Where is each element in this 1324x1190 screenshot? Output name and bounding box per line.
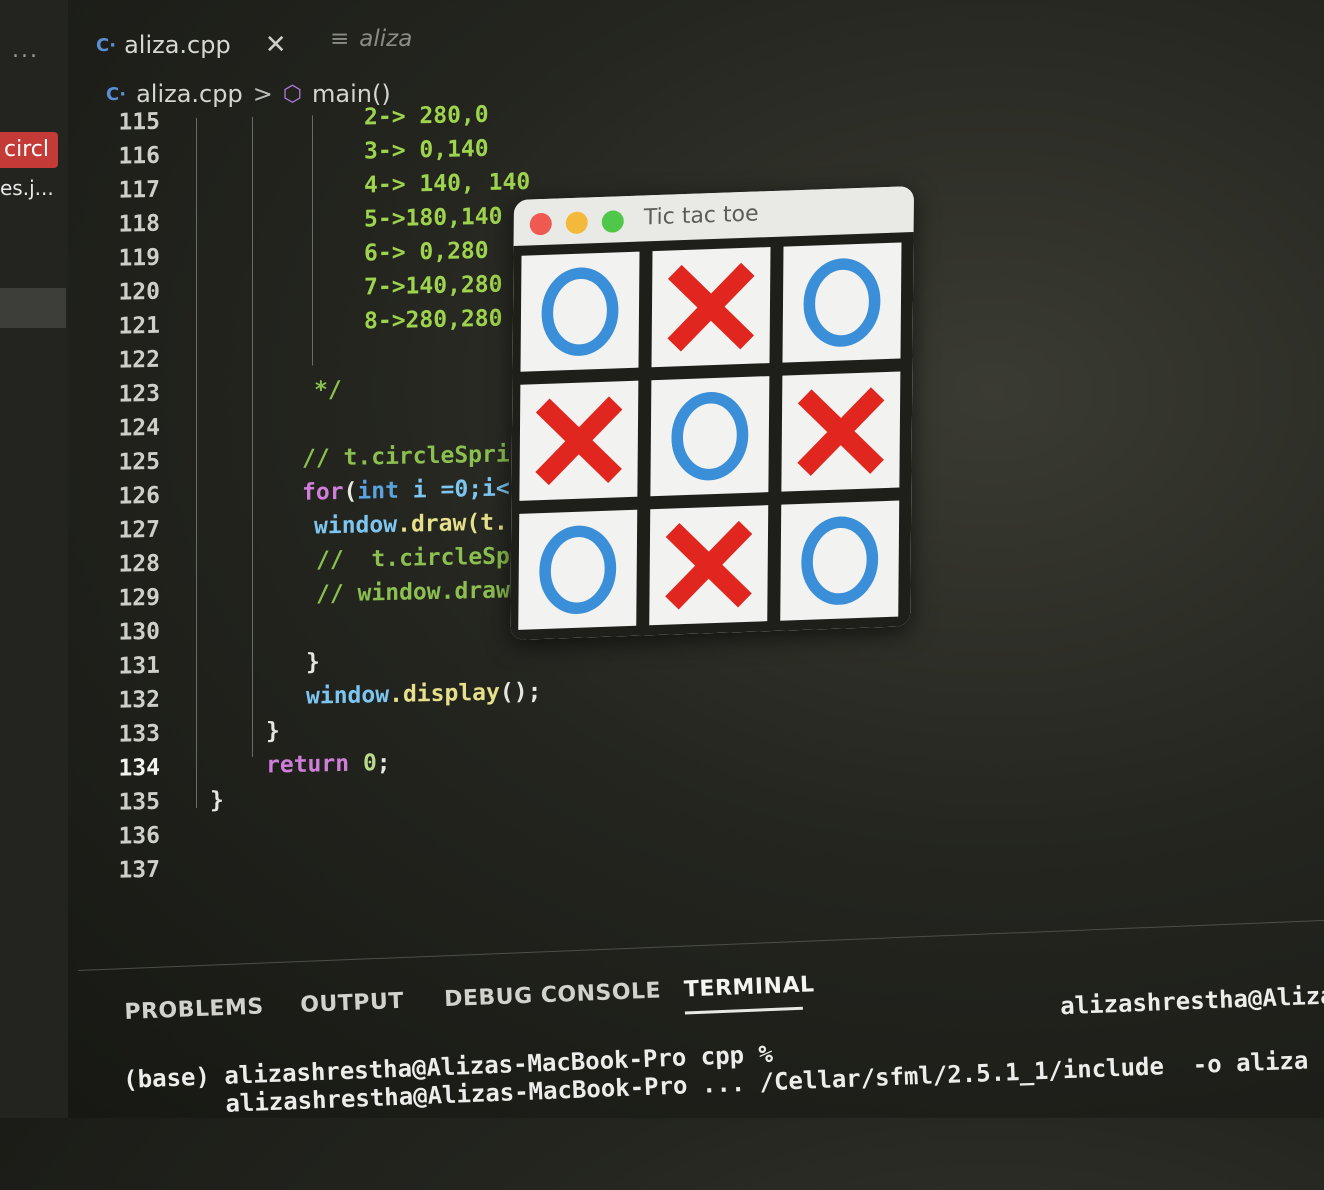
panel-divider[interactable] (78, 919, 1324, 971)
board-cell[interactable] (651, 247, 771, 368)
code-line: */ (314, 376, 342, 404)
code-line: 8->280,280 (364, 305, 503, 335)
tic-tac-toe-window[interactable]: Tic tac toe (510, 186, 914, 641)
line-number: 117 (118, 176, 160, 204)
indent-guide (196, 117, 197, 808)
board-cell[interactable] (782, 242, 902, 363)
line-number: 120 (118, 278, 160, 306)
game-board (510, 232, 914, 641)
tab-label: aliza (359, 26, 413, 52)
board-cell[interactable] (649, 505, 769, 626)
code-line-current: return 0; (266, 749, 391, 779)
terminal-output[interactable]: alizashrestha@Alizas-MacBook-Pro cpp % .… (122, 974, 1324, 1190)
line-number: 126 (118, 482, 160, 510)
line-number: 124 (118, 414, 160, 442)
window-title: Tic tac toe (643, 201, 759, 231)
board-cell[interactable] (519, 380, 639, 501)
tab-problems[interactable]: PROBLEMS (124, 994, 264, 1025)
explorer-sidebar: circl es.j... (0, 0, 68, 1118)
board-cell[interactable] (780, 500, 900, 621)
line-number: 132 (118, 686, 160, 714)
x-mark-icon (667, 262, 755, 352)
line-number: 115 (118, 108, 160, 136)
cpp-file-icon: C· (96, 34, 117, 56)
code-line: 4-> 140, 140 (364, 168, 531, 199)
line-number-current: 134 (118, 754, 160, 782)
line-number: 116 (118, 142, 160, 170)
code-line: window.display(); (306, 678, 542, 710)
line-number: 127 (118, 516, 160, 544)
explorer-selected-row[interactable] (0, 288, 66, 328)
o-mark-icon (541, 267, 619, 356)
code-line: 6-> 0,280 (364, 237, 489, 267)
code-line: } (306, 649, 320, 676)
tab-aliza-cpp[interactable]: C· aliza.cpp ✕ (96, 30, 287, 60)
minimize-window-button[interactable] (565, 211, 588, 235)
board-cell[interactable] (518, 509, 638, 630)
o-mark-icon (539, 525, 617, 614)
line-number: 129 (118, 584, 160, 612)
o-mark-icon (801, 516, 879, 605)
x-mark-icon (665, 520, 753, 610)
code-line: for(int i =0;i< (302, 475, 510, 506)
board-cell[interactable] (781, 371, 901, 492)
method-cube-icon: ⬡ (282, 81, 303, 107)
code-line: // window.draw (316, 577, 510, 608)
o-mark-icon (803, 258, 881, 347)
zoom-window-button[interactable] (601, 210, 624, 233)
line-number: 118 (118, 210, 160, 238)
text-file-icon: ≡ (330, 26, 350, 52)
code-line: 2-> 280,0 (364, 101, 489, 131)
indent-guide (312, 115, 313, 366)
line-number: 131 (118, 652, 160, 680)
x-mark-icon (797, 387, 885, 476)
line-number: 137 (118, 856, 160, 884)
code-line: // t.circleSpri (302, 441, 510, 472)
explorer-item-badge[interactable]: circl (0, 132, 58, 168)
line-number: 119 (118, 244, 160, 272)
line-number: 130 (118, 618, 160, 646)
close-window-button[interactable] (529, 212, 552, 236)
code-line: 7->140,280 (364, 271, 503, 301)
close-tab-icon[interactable]: ✕ (265, 30, 287, 60)
line-number: 121 (118, 312, 160, 340)
x-mark-icon (535, 396, 623, 486)
code-line: 5->180,140 (364, 203, 503, 233)
code-line: } (266, 718, 280, 745)
board-cell[interactable] (520, 251, 640, 372)
tab-output[interactable]: OUTPUT (300, 989, 404, 1018)
explorer-item-file[interactable]: es.j... (0, 176, 54, 200)
tab-aliza[interactable]: ≡ aliza (330, 26, 412, 52)
line-number: 135 (118, 788, 160, 816)
line-number: 123 (118, 380, 160, 408)
tab-terminal[interactable]: TERMINAL (684, 972, 815, 1002)
line-number: 128 (118, 550, 160, 578)
breadcrumb-separator: > (252, 80, 273, 108)
breadcrumb-file[interactable]: aliza.cpp (136, 80, 243, 108)
screen: circl es.j... ... C· aliza.cpp ✕ ≡ aliza… (0, 0, 1324, 1118)
more-actions-icon[interactable]: ... (12, 38, 39, 63)
indent-guide (252, 116, 253, 757)
line-number: 133 (118, 720, 160, 748)
board-cell[interactable] (650, 376, 770, 497)
code-line: // t.circleSp (316, 543, 510, 574)
code-line: window.draw(t. (314, 509, 508, 540)
line-number: 136 (118, 822, 160, 850)
line-number: 122 (118, 346, 160, 374)
code-line: } (210, 787, 224, 814)
cpp-file-icon: C· (106, 83, 127, 105)
code-line: 3-> 0,140 (364, 135, 489, 165)
tab-debug-console[interactable]: DEBUG CONSOLE (444, 978, 662, 1012)
line-number: 125 (118, 448, 160, 476)
o-mark-icon (671, 391, 749, 481)
tab-label: aliza.cpp (124, 31, 231, 59)
